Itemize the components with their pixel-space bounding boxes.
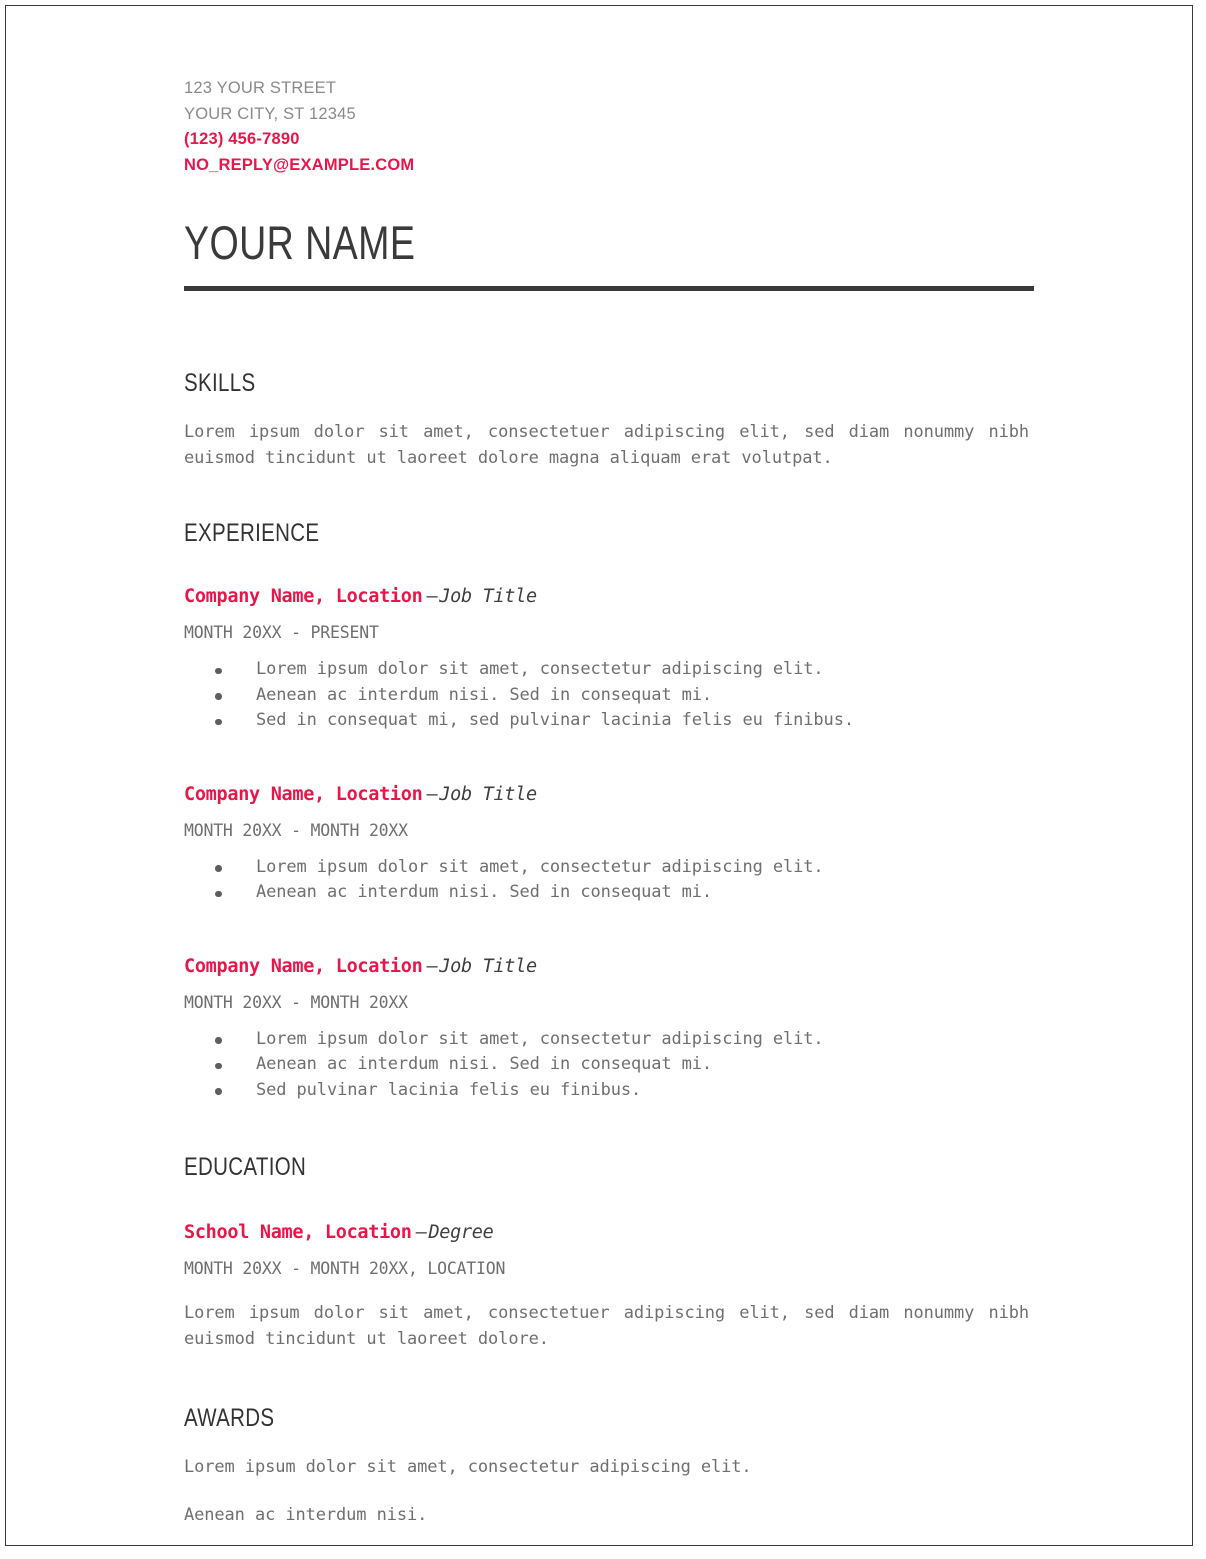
bullet-text: Aenean ac interdum nisi. Sed in consequa… <box>256 684 713 705</box>
title-divider <box>184 286 1034 291</box>
entry-job-title: Job Title <box>439 783 537 805</box>
bullet-text: Aenean ac interdum nisi. Sed in consequa… <box>256 1054 713 1074</box>
entry-degree: Degree <box>428 1222 494 1243</box>
list-item: Sed in consequat mi, sed pulvinar lacini… <box>184 708 1034 734</box>
entry-bullet-list: Lorem ipsum dolor sit amet, consectetur … <box>184 1027 1034 1104</box>
section-heading-experience: EXPERIENCE <box>184 519 320 547</box>
list-item: Lorem ipsum dolor sit amet, consectetur … <box>184 855 1034 881</box>
bullet-icon <box>215 667 222 674</box>
section-education: EDUCATION School Name, Location – Degree M… <box>184 1153 1034 1352</box>
experience-entry: Company Name, Location – Job Title MONTH 2… <box>184 954 1034 1104</box>
email-address[interactable]: NO_REPLY@EXAMPLE.COM <box>184 153 1034 179</box>
bullet-icon <box>215 890 222 897</box>
list-item: Lorem ipsum dolor sit amet, consectetur … <box>184 1027 1034 1053</box>
bullet-text: Sed pulvinar lacinia felis eu finibus. <box>256 1079 642 1100</box>
skills-body: Lorem ipsum dolor sit amet, consectetuer… <box>184 422 1029 468</box>
entry-dates: MONTH 20XX - MONTH 20XX, LOCATION <box>184 1259 506 1278</box>
entry-job-title: Job Title <box>439 955 537 977</box>
bullet-text: Lorem ipsum dolor sit amet, consectetur … <box>256 659 824 679</box>
bullet-icon <box>215 865 222 872</box>
entry-dates: MONTH 20XX - PRESENT <box>184 623 379 642</box>
section-awards: AWARDS Lorem ipsum dolor sit amet, conse… <box>184 1404 1034 1528</box>
entry-dates: MONTH 20XX - MONTH 20XX <box>184 820 408 840</box>
entry-heading: Company Name, Location – Job Title <box>184 954 1034 980</box>
entry-heading: School Name, Location – Degree <box>184 1220 1034 1246</box>
awards-line: Aenean ac interdum nisi. <box>184 1504 428 1525</box>
address-city-state-zip: YOUR CITY, ST 12345 <box>184 104 356 123</box>
entry-heading: Company Name, Location – Job Title <box>184 782 1034 808</box>
list-item: Aenean ac interdum nisi. Sed in consequa… <box>184 880 1034 906</box>
entry-separator: – <box>426 955 438 977</box>
entry-separator: – <box>426 586 438 607</box>
entry-dates: MONTH 20XX - MONTH 20XX <box>184 992 408 1012</box>
entry-heading: Company Name, Location – Job Title <box>184 584 1034 610</box>
bullet-icon <box>215 1062 222 1069</box>
bullet-text: Lorem ipsum dolor sit amet, consectetur … <box>256 856 824 877</box>
list-item: Sed pulvinar lacinia felis eu finibus. <box>184 1078 1034 1104</box>
entry-bullet-list: Lorem ipsum dolor sit amet, consectetur … <box>184 855 1034 906</box>
experience-entry: Company Name, Location – Job Title MONTH 2… <box>184 584 1034 734</box>
bullet-text: Aenean ac interdum nisi. Sed in consequa… <box>256 882 713 902</box>
bullet-text: Sed in consequat mi, sed pulvinar lacini… <box>256 710 854 730</box>
entry-organization: Company Name, Location <box>184 955 423 977</box>
entry-separator: – <box>426 783 438 805</box>
entry-organization: School Name, Location <box>184 1222 412 1243</box>
experience-entry: Company Name, Location – Job Title MONTH 2… <box>184 782 1034 906</box>
entry-job-title: Job Title <box>439 586 537 607</box>
awards-line: Lorem ipsum dolor sit amet, consectetur … <box>184 1457 752 1477</box>
list-item: Lorem ipsum dolor sit amet, consectetur … <box>184 657 1034 683</box>
section-heading-awards: AWARDS <box>184 1404 275 1432</box>
phone-number[interactable]: (123) 456-7890 <box>184 127 1034 153</box>
bullet-icon <box>215 718 222 725</box>
list-item: Aenean ac interdum nisi. Sed in consequa… <box>184 1052 1034 1078</box>
resume-content: 123 YOUR STREET YOUR CITY, ST 12345 (123… <box>184 76 1034 1528</box>
entry-organization: Company Name, Location <box>184 783 423 805</box>
page-title: YOUR NAME <box>184 216 416 269</box>
education-entry: School Name, Location – Degree MONTH 20XX … <box>184 1220 1034 1352</box>
list-item: Aenean ac interdum nisi. Sed in consequa… <box>184 683 1034 709</box>
bullet-icon <box>215 693 222 700</box>
section-experience: EXPERIENCE Company Name, Location – Job Ti… <box>184 519 1034 1103</box>
page-frame: 123 YOUR STREET YOUR CITY, ST 12345 (123… <box>5 5 1193 1546</box>
bullet-icon <box>215 1088 222 1095</box>
section-heading-education: EDUCATION <box>184 1153 307 1181</box>
bullet-icon <box>215 1037 222 1044</box>
section-skills: SKILLS Lorem ipsum dolor sit amet, conse… <box>184 369 1034 471</box>
entry-bullet-list: Lorem ipsum dolor sit amet, consectetur … <box>184 657 1034 734</box>
section-heading-skills: SKILLS <box>184 369 256 397</box>
bullet-text: Lorem ipsum dolor sit amet, consectetur … <box>256 1028 824 1049</box>
address-street: 123 YOUR STREET <box>184 79 337 97</box>
contact-block: 123 YOUR STREET YOUR CITY, ST 12345 (123… <box>184 76 1034 178</box>
entry-separator: – <box>415 1222 427 1243</box>
education-body: Lorem ipsum dolor sit amet, consectetuer… <box>184 1303 1029 1349</box>
entry-organization: Company Name, Location <box>184 586 423 607</box>
